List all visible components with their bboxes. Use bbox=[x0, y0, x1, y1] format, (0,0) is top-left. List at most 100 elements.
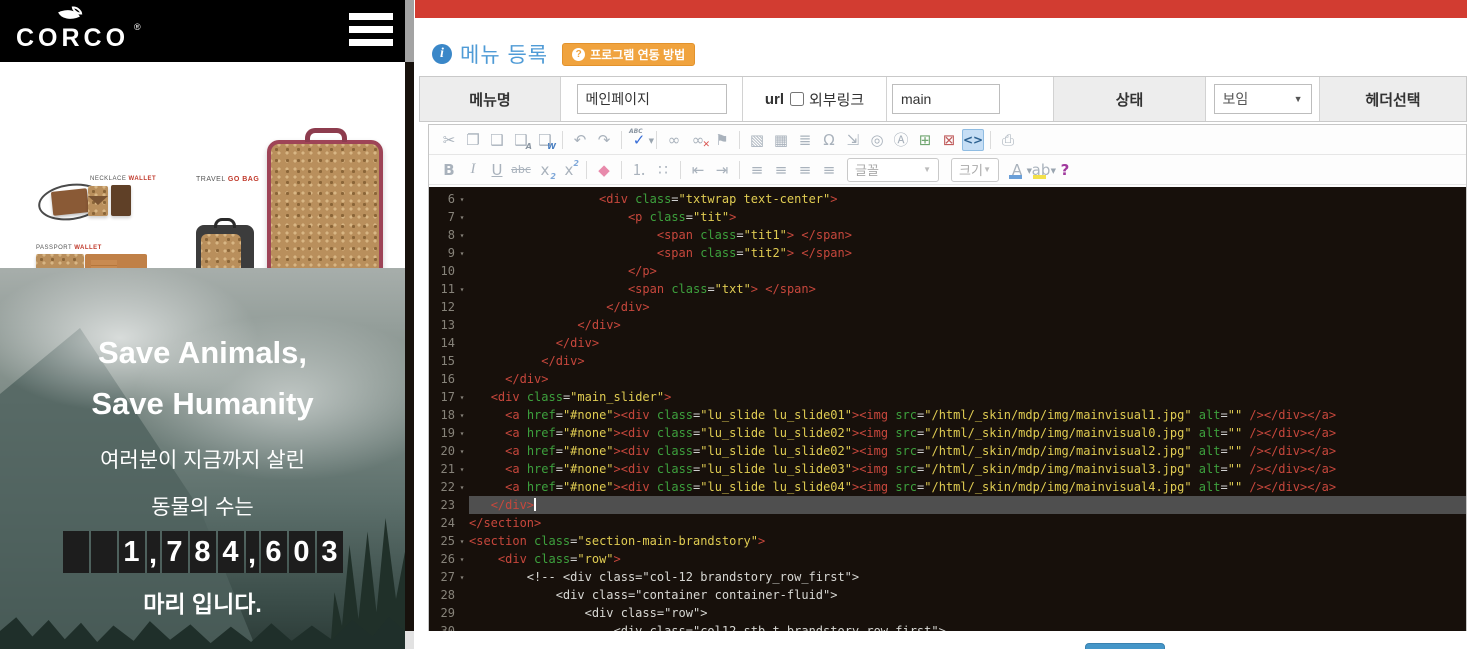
code-line[interactable]: 21▾ <a href="#none"><div class="lu_slide… bbox=[429, 460, 1466, 478]
backpack-handle bbox=[305, 128, 347, 142]
code-line[interactable]: 17▾ <div class="main_slider"> bbox=[429, 388, 1466, 406]
preview-scrollbar[interactable] bbox=[405, 0, 414, 649]
save-button[interactable]: 저장하기 bbox=[1085, 643, 1165, 649]
subscript-icon[interactable]: x2 bbox=[534, 159, 556, 181]
special-char-icon[interactable]: Ω bbox=[818, 129, 840, 151]
bullet-list-icon[interactable]: ∷ bbox=[652, 159, 674, 181]
image-icon[interactable]: ▧ bbox=[746, 129, 768, 151]
fold-toggle-icon[interactable]: ▾ bbox=[455, 227, 469, 245]
fold-toggle-icon[interactable]: ▾ bbox=[455, 407, 469, 425]
scrollbar-thumb[interactable] bbox=[405, 0, 414, 62]
code-line[interactable]: 9▾ <span class="tit2"> </span> bbox=[429, 244, 1466, 262]
outdent-icon[interactable]: ⇤ bbox=[687, 159, 709, 181]
paste-icon[interactable]: ❑ bbox=[486, 129, 508, 151]
code-line[interactable]: 6▾ <div class="txtwrap text-center"> bbox=[429, 190, 1466, 208]
fullscreen-icon[interactable]: ⇲ bbox=[842, 129, 864, 151]
indent-icon[interactable]: ⇥ bbox=[711, 159, 733, 181]
text-color-icon[interactable]: A▼ bbox=[1006, 159, 1028, 181]
source-code-area[interactable]: 6▾ <div class="txtwrap text-center">7▾ <… bbox=[429, 187, 1466, 631]
code-line[interactable]: 25▾<section class="section-main-brandsto… bbox=[429, 532, 1466, 550]
find-icon[interactable]: ◎ bbox=[866, 129, 888, 151]
code-line[interactable]: 28 <div class="container container-fluid… bbox=[429, 586, 1466, 604]
code-line[interactable]: 30 <div class="col12 stb-t brandstory_ro… bbox=[429, 622, 1466, 631]
fold-toggle-icon[interactable]: ▾ bbox=[455, 461, 469, 479]
fold-toggle-icon[interactable]: ▾ bbox=[455, 209, 469, 227]
cut-icon[interactable]: ✂ bbox=[438, 129, 460, 151]
align-right-icon[interactable]: ≡ bbox=[794, 159, 816, 181]
code-line[interactable]: 16 </div> bbox=[429, 370, 1466, 388]
size-dropdown[interactable]: 크기▼ bbox=[951, 158, 999, 182]
reject-change-icon[interactable]: ⊠ bbox=[938, 129, 960, 151]
scrollbar-corner bbox=[405, 631, 414, 649]
table-icon[interactable]: ▦ bbox=[770, 129, 792, 151]
line-number: 27 bbox=[429, 568, 455, 586]
help-icon[interactable]: ? bbox=[1054, 159, 1076, 181]
fold-toggle-icon[interactable]: ▾ bbox=[455, 551, 469, 569]
code-line[interactable]: 26▾ <div class="row"> bbox=[429, 550, 1466, 568]
paste-word-icon[interactable]: ❑W bbox=[534, 129, 556, 151]
strikethrough-icon[interactable]: abc bbox=[510, 159, 532, 181]
ordered-list-icon[interactable]: ⒈ bbox=[628, 159, 650, 181]
hamburger-bar bbox=[349, 13, 393, 20]
remove-format-icon[interactable]: ◆ bbox=[593, 159, 615, 181]
undo-icon[interactable]: ↶ bbox=[569, 129, 591, 151]
link-icon[interactable]: ∞ bbox=[663, 129, 685, 151]
code-line[interactable]: 19▾ <a href="#none"><div class="lu_slide… bbox=[429, 424, 1466, 442]
superscript-icon[interactable]: x2 bbox=[558, 159, 580, 181]
accept-change-icon[interactable]: ⊞ bbox=[914, 129, 936, 151]
code-line[interactable]: 12 </div> bbox=[429, 298, 1466, 316]
horizontal-rule-icon[interactable]: ≣ bbox=[794, 129, 816, 151]
line-number: 25 bbox=[429, 532, 455, 550]
fold-toggle-icon[interactable]: ▾ bbox=[455, 425, 469, 443]
toolbar-separator bbox=[739, 161, 740, 179]
code-line[interactable]: 18▾ <a href="#none"><div class="lu_slide… bbox=[429, 406, 1466, 424]
corco-logo[interactable]: CORCO ® bbox=[16, 6, 156, 58]
highlight-color-icon[interactable]: ab▼ bbox=[1030, 159, 1052, 181]
paste-text-icon[interactable]: ❑A bbox=[510, 129, 532, 151]
print-icon[interactable]: ⎙ bbox=[997, 129, 1019, 151]
code-line[interactable]: 10 </p> bbox=[429, 262, 1466, 280]
align-justify-icon[interactable]: ≡ bbox=[818, 159, 840, 181]
align-left-icon[interactable]: ≡ bbox=[746, 159, 768, 181]
fold-toggle-icon[interactable]: ▾ bbox=[455, 245, 469, 263]
code-line[interactable]: 29 <div class="row"> bbox=[429, 604, 1466, 622]
necklace-wallet-caption: NECKLACE WALLET bbox=[90, 176, 156, 182]
status-select[interactable]: 보임 ▼ bbox=[1214, 84, 1312, 114]
code-line[interactable]: 24</section> bbox=[429, 514, 1466, 532]
align-center-icon[interactable]: ≡ bbox=[770, 159, 792, 181]
fold-toggle-icon[interactable]: ▾ bbox=[455, 281, 469, 299]
menu-name-input[interactable] bbox=[577, 84, 727, 114]
bold-icon[interactable]: B bbox=[438, 159, 460, 181]
fold-toggle-icon[interactable]: ▾ bbox=[455, 479, 469, 497]
code-line[interactable]: 11▾ <span class="txt"> </span> bbox=[429, 280, 1466, 298]
program-link-help-button[interactable]: ? 프로그램 연동 방법 bbox=[562, 43, 695, 66]
select-all-icon[interactable]: Ⓐ bbox=[890, 129, 912, 151]
anchor-flag-icon[interactable]: ⚑ bbox=[711, 129, 733, 151]
redo-icon[interactable]: ↷ bbox=[593, 129, 615, 151]
external-link-checkbox[interactable] bbox=[790, 92, 804, 106]
code-line[interactable]: 14 </div> bbox=[429, 334, 1466, 352]
italic-icon[interactable]: I bbox=[462, 159, 484, 181]
underline-icon[interactable]: U bbox=[486, 159, 508, 181]
unlink-icon[interactable]: ∞✕ bbox=[687, 129, 709, 151]
spellcheck-icon[interactable]: ✓ABC▼ bbox=[628, 129, 650, 151]
fold-toggle-icon[interactable]: ▾ bbox=[455, 389, 469, 407]
hamburger-menu-button[interactable] bbox=[349, 13, 393, 49]
fold-toggle-icon[interactable]: ▾ bbox=[455, 533, 469, 551]
code-line[interactable]: 7▾ <p class="tit"> bbox=[429, 208, 1466, 226]
code-line[interactable]: 27▾ <!-- <div class="col-12 brandstory_r… bbox=[429, 568, 1466, 586]
url-input[interactable] bbox=[892, 84, 1000, 114]
site-preview-pane: CORCO ® NECKLACE WALLET PASSPORT WALLET bbox=[0, 0, 405, 649]
font-dropdown[interactable]: 글꼴▼ bbox=[847, 158, 939, 182]
source-code-icon[interactable]: <> bbox=[962, 129, 984, 151]
code-line[interactable]: 15 </div> bbox=[429, 352, 1466, 370]
fold-toggle-icon[interactable]: ▾ bbox=[455, 191, 469, 209]
code-line[interactable]: 22▾ <a href="#none"><div class="lu_slide… bbox=[429, 478, 1466, 496]
fold-toggle-icon[interactable]: ▾ bbox=[455, 443, 469, 461]
code-line[interactable]: 23 </div> bbox=[429, 496, 1466, 514]
code-line[interactable]: 20▾ <a href="#none"><div class="lu_slide… bbox=[429, 442, 1466, 460]
code-line[interactable]: 13 </div> bbox=[429, 316, 1466, 334]
code-line[interactable]: 8▾ <span class="tit1"> </span> bbox=[429, 226, 1466, 244]
copy-icon[interactable]: ❐ bbox=[462, 129, 484, 151]
fold-toggle-icon[interactable]: ▾ bbox=[455, 569, 469, 587]
